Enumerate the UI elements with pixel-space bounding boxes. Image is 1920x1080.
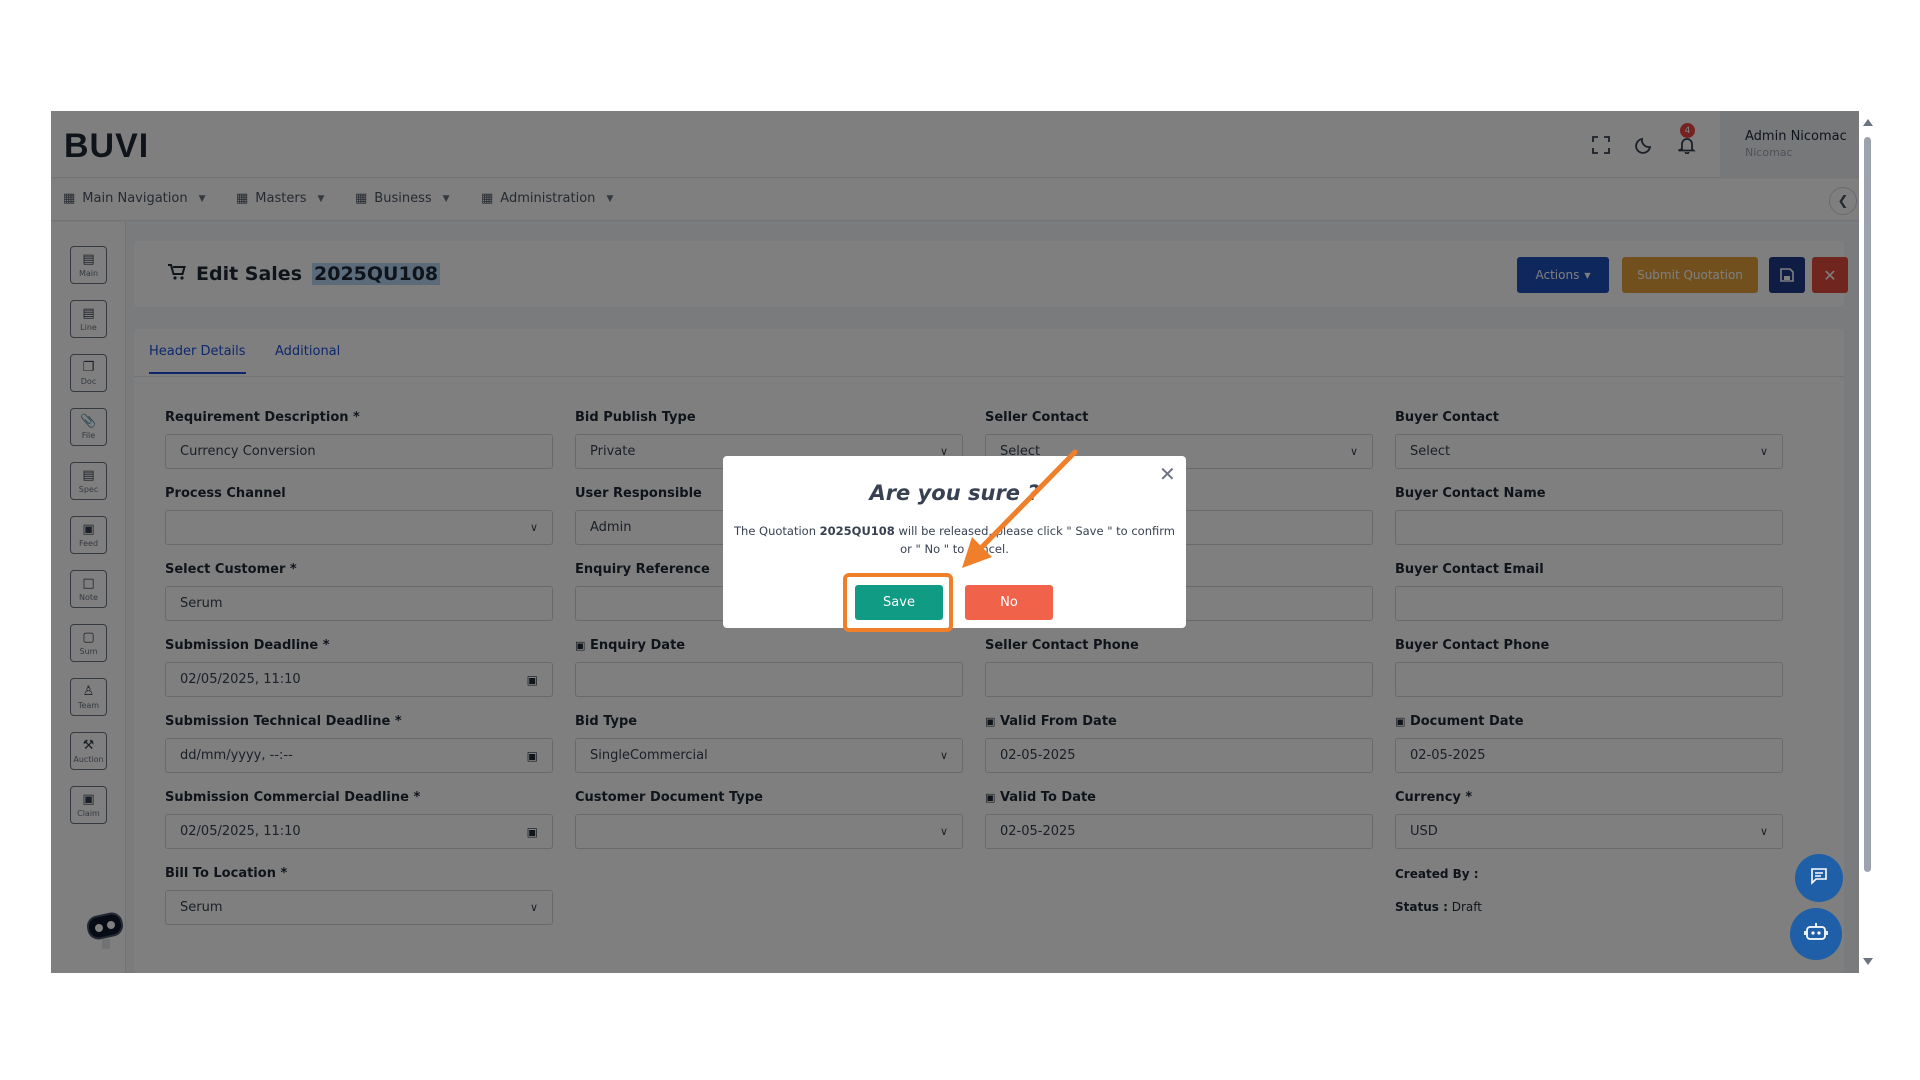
- message-prefix: The Quotation: [734, 524, 820, 538]
- save-highlight-box: [843, 573, 953, 632]
- message-code: 2025QU108: [819, 524, 895, 538]
- robot-icon: [1804, 921, 1828, 948]
- message-suffix: will be released, please click " Save " …: [894, 524, 1175, 556]
- scroll-up-arrow-icon[interactable]: [1863, 119, 1873, 126]
- dialog-title: Are you sure ?: [869, 481, 1040, 505]
- page-scrollbar[interactable]: [1859, 111, 1875, 973]
- confirm-dialog: ✕ Are you sure ? The Quotation 2025QU108…: [723, 456, 1186, 628]
- dialog-message: The Quotation 2025QU108 will be released…: [733, 522, 1176, 558]
- no-button[interactable]: No: [965, 585, 1053, 620]
- scroll-down-arrow-icon[interactable]: [1863, 958, 1873, 965]
- bot-assistant-button[interactable]: [1790, 908, 1842, 960]
- scroll-thumb[interactable]: [1864, 137, 1871, 872]
- chat-icon: [1810, 867, 1828, 890]
- chat-button[interactable]: [1795, 854, 1843, 902]
